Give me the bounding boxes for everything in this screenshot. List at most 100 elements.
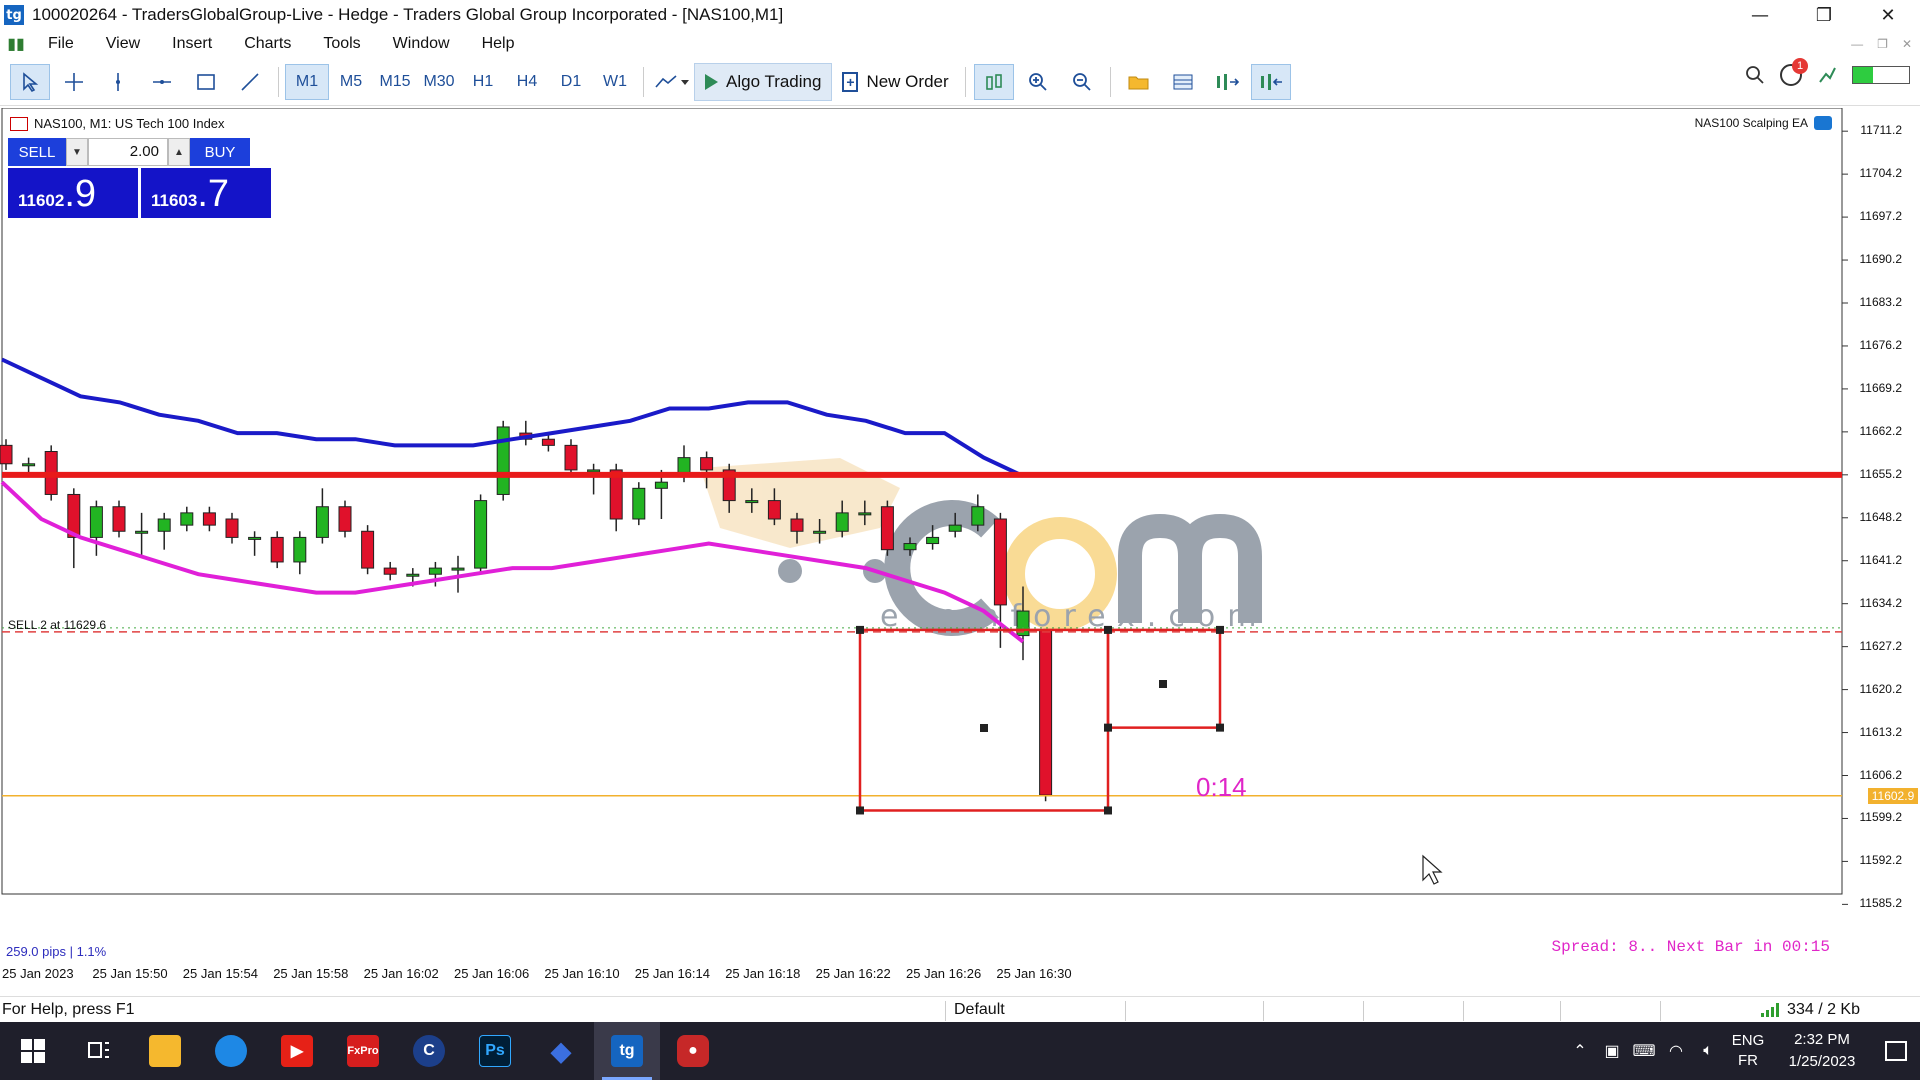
menu-help[interactable]: Help xyxy=(466,30,531,58)
wifi-icon[interactable]: ◠ xyxy=(1660,1022,1692,1080)
youtube-button[interactable]: ▶ xyxy=(264,1022,330,1080)
mt5-window: tg 100020264 - TradersGlobalGroup-Live -… xyxy=(0,0,1920,1080)
rectangle-tool-button[interactable] xyxy=(186,64,226,100)
lot-increase-button[interactable]: ▲ xyxy=(168,138,190,166)
chart-menu-icon[interactable]: ▮▮ xyxy=(6,34,26,54)
watermark-shape xyxy=(778,559,802,583)
menu-window[interactable]: Window xyxy=(377,30,466,58)
indicator-chart-icon xyxy=(655,74,689,88)
fxpro-button[interactable]: FxPro xyxy=(330,1022,396,1080)
mouse-cursor-icon xyxy=(1422,854,1443,885)
bar-countdown: 0:14 xyxy=(1196,772,1247,802)
menu-tools[interactable]: Tools xyxy=(307,30,376,58)
menu-file[interactable]: File xyxy=(32,30,90,58)
vertical-line-button[interactable] xyxy=(98,64,138,100)
bearish-candle xyxy=(225,518,239,538)
price-axis-label: 11676.2 xyxy=(1859,337,1903,352)
drawing-anchor-handle xyxy=(856,806,864,815)
price-axis-label: 11662.2 xyxy=(1859,423,1903,438)
bar-chart-button[interactable] xyxy=(973,63,1014,100)
task-view-button[interactable] xyxy=(66,1022,132,1080)
mdi-minimize-icon[interactable]: — xyxy=(1851,37,1863,51)
search-icon[interactable] xyxy=(1744,64,1766,86)
bid-price-main: 11602 xyxy=(18,191,65,210)
notifications-icon[interactable]: 1 xyxy=(1780,58,1808,86)
start-button[interactable] xyxy=(0,1022,66,1080)
zoom-in-button[interactable] xyxy=(1018,64,1058,100)
traders-global-button[interactable]: tg xyxy=(594,1022,660,1080)
minimize-button[interactable]: — xyxy=(1728,0,1792,30)
bid-price-box[interactable]: 11602 .9 xyxy=(8,168,138,218)
ccleaner-button[interactable]: C xyxy=(396,1022,462,1080)
autoscroll-button[interactable] xyxy=(1207,64,1247,100)
cursor-tool-button[interactable] xyxy=(10,63,50,100)
bullish-candle xyxy=(22,463,36,467)
status-profile[interactable]: Default xyxy=(954,1001,1005,1019)
trendline-tool-button[interactable] xyxy=(230,64,270,100)
symbol-window-icon xyxy=(10,116,28,131)
toolbar-separator xyxy=(643,66,644,97)
file-explorer-button[interactable] xyxy=(132,1022,198,1080)
indicators-button[interactable] xyxy=(652,64,692,100)
expert-advisor-label[interactable]: NAS100 Scalping EA xyxy=(1695,116,1832,130)
timeframe-m1[interactable]: M1 xyxy=(285,63,329,100)
action-center-button[interactable] xyxy=(1872,1022,1920,1080)
sell-button[interactable]: SELL xyxy=(8,138,66,166)
bullish-candle xyxy=(89,506,103,538)
drawing-anchor-handle xyxy=(1159,680,1167,688)
windows-logo-icon xyxy=(21,1039,45,1063)
bearish-candle xyxy=(0,444,13,465)
lot-size-input[interactable]: 2.00 xyxy=(88,138,168,166)
chevron-up-icon[interactable]: ⌃ xyxy=(1564,1022,1596,1080)
timeframe-h4[interactable]: H4 xyxy=(505,64,549,100)
timeframe-m15[interactable]: M15 xyxy=(373,64,417,100)
buy-button[interactable]: BUY xyxy=(190,138,250,166)
volume-icon[interactable]: 🔈︎ xyxy=(1692,1022,1724,1080)
timeframe-m5[interactable]: M5 xyxy=(329,64,373,100)
timeframe-d1[interactable]: D1 xyxy=(549,64,593,100)
menu-insert[interactable]: Insert xyxy=(156,30,228,58)
crosshair-tool-button[interactable] xyxy=(54,64,94,100)
bullish-candle xyxy=(745,500,759,504)
ime-icon[interactable]: ⌨ xyxy=(1628,1022,1660,1080)
meet-now-icon[interactable]: ▣ xyxy=(1596,1022,1628,1080)
photoshop-button[interactable]: Ps xyxy=(462,1022,528,1080)
chart-shift-button[interactable] xyxy=(1250,63,1291,100)
mdi-restore-icon[interactable]: ❐ xyxy=(1877,37,1888,51)
new-order-label: New Order xyxy=(866,71,949,91)
timeframe-h1[interactable]: H1 xyxy=(461,64,505,100)
network-status[interactable]: 334 / 2 Kb xyxy=(1761,1001,1860,1019)
timeframe-m30[interactable]: M30 xyxy=(417,64,461,100)
clock[interactable]: 2:32 PM 1/25/2023 xyxy=(1772,1029,1872,1073)
zoom-out-button[interactable] xyxy=(1062,64,1102,100)
ask-price-box[interactable]: 11603 .7 xyxy=(141,168,271,218)
algo-trading-button[interactable]: Algo Trading xyxy=(694,62,833,101)
new-order-button[interactable]: + New Order xyxy=(832,63,958,101)
app-diamond-button[interactable]: ◆ xyxy=(528,1022,594,1080)
signals-icon[interactable] xyxy=(1816,64,1838,86)
price-chart[interactable]: ecomforex.com xyxy=(0,108,1920,960)
horizontal-line-button[interactable] xyxy=(142,64,182,100)
templates-button[interactable] xyxy=(1119,64,1159,100)
mdi-close-icon[interactable]: ✕ xyxy=(1902,37,1912,51)
chart-area[interactable]: ecomforex.com NAS100, M1: US Tech 100 In… xyxy=(0,108,1920,981)
bearish-candle xyxy=(767,500,781,520)
sell-order-label[interactable]: SELL 2 at 11629.6 xyxy=(8,618,106,632)
data-window-button[interactable] xyxy=(1163,64,1203,100)
restore-button[interactable]: ❐ xyxy=(1792,0,1856,30)
screen-recorder-button[interactable]: ● xyxy=(660,1022,726,1080)
price-axis-label: 11592.2 xyxy=(1859,853,1903,868)
mdi-controls: — ❐ ✕ xyxy=(1851,30,1912,58)
language-indicator[interactable]: ENG FR xyxy=(1724,1031,1772,1071)
bullish-candle xyxy=(971,506,985,526)
edge-button[interactable] xyxy=(198,1022,264,1080)
bullish-candle xyxy=(587,469,601,473)
menu-view[interactable]: View xyxy=(90,30,156,58)
menu-charts[interactable]: Charts xyxy=(228,30,307,58)
price-axis-label: 11599.2 xyxy=(1859,810,1903,825)
timeframe-w1[interactable]: W1 xyxy=(593,64,637,100)
lot-decrease-button[interactable]: ▼ xyxy=(66,138,88,166)
bearish-candle xyxy=(880,506,894,551)
current-price-tag: 11602.9 xyxy=(1868,787,1918,804)
close-button[interactable]: ✕ xyxy=(1856,0,1920,30)
